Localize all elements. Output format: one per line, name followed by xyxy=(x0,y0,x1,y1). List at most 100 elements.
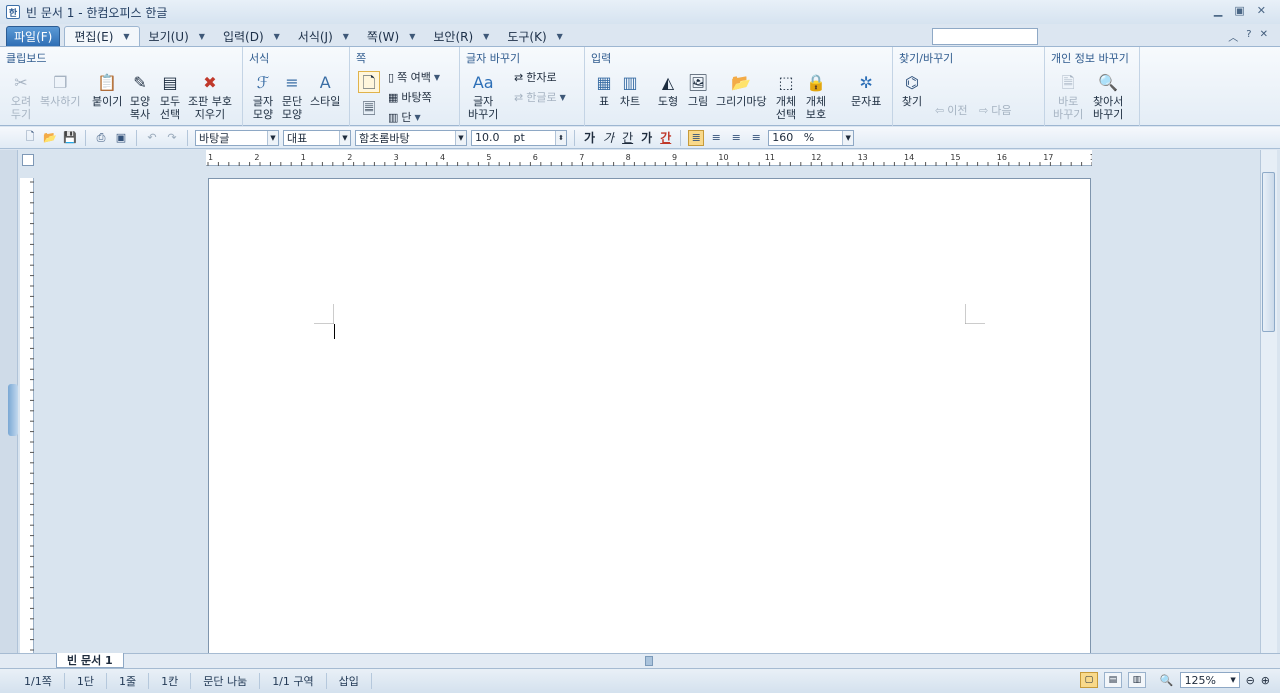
ruler-label: 17 xyxy=(1043,153,1053,162)
find-next-button[interactable]: ⇨ 다음 xyxy=(979,102,1011,118)
shape-button[interactable]: ◭ 도형 xyxy=(657,71,679,108)
vertical-scroll-thumb[interactable] xyxy=(1262,172,1275,332)
chevron-down-icon[interactable]: ▼ xyxy=(123,32,129,41)
ribbon-collapse-icon[interactable]: ︿ xyxy=(1228,29,1238,44)
ruler-label: 6 xyxy=(533,153,538,162)
font-select[interactable]: 함초롬바탕 ▼ xyxy=(355,129,467,146)
ruler-label: 8 xyxy=(626,153,631,162)
object-protect-button[interactable]: 🔒 개체 보호 xyxy=(805,71,827,121)
italic-button[interactable]: 가 xyxy=(601,129,616,146)
cut-button[interactable]: ✂ 오려 두기 xyxy=(10,71,32,121)
menu-tab-edit[interactable]: 편집(E) ▼ xyxy=(64,26,140,46)
help-icon[interactable]: ? xyxy=(1246,29,1251,44)
menu-tab-security[interactable]: 보안(R) ▼ xyxy=(424,26,498,46)
copy-icon: ❐ xyxy=(53,72,68,92)
document-tab[interactable]: 빈 문서 1 xyxy=(56,653,124,668)
to-hangul-button[interactable]: ⇄ 한글로 ▼ xyxy=(514,89,566,105)
underline-button[interactable]: 간 xyxy=(620,129,635,146)
format-copy-button[interactable]: ✎ 모양 복사 xyxy=(129,71,151,121)
privacy-find-change-button[interactable]: 🔍 찾아서 바꾸기 xyxy=(1093,71,1123,121)
align-right-icon[interactable]: ≡ xyxy=(748,130,764,146)
redo-icon[interactable]: ↷ xyxy=(164,130,180,146)
open-icon[interactable]: 📂 xyxy=(42,130,58,146)
align-left-icon[interactable]: ≡ xyxy=(708,130,724,146)
align-center-icon[interactable]: ≡ xyxy=(728,130,744,146)
lang-select[interactable]: 대표 ▼ xyxy=(283,129,351,146)
web-view-icon[interactable]: ▤ xyxy=(1103,672,1122,688)
shape-icon: ◭ xyxy=(661,72,675,92)
copy-button[interactable]: ❐ 복사하기 xyxy=(40,71,80,108)
style-select[interactable]: 바탕글 ▼ xyxy=(195,129,279,146)
drawing-wizard-button[interactable]: 📂 그리기마당 xyxy=(716,71,767,108)
preview-icon[interactable]: ▣ xyxy=(113,130,129,146)
chart-button[interactable]: ▥ 차트 xyxy=(619,71,641,108)
char-replace-button[interactable]: Aa 글자 바꾸기 xyxy=(468,71,498,121)
align-justify-icon[interactable]: ≣ xyxy=(688,129,705,146)
group-clipboard: 클립보드 ✂ 오려 두기 ❐ 복사하기 📋 붙이기 ✎ 모양 복사 ▤ 모두 선택 ✖ 조판… xyxy=(0,47,243,126)
label: 바탕쪽 xyxy=(401,91,432,104)
table-icon: ▦ xyxy=(596,72,612,92)
menu-file[interactable]: 파일(F) xyxy=(6,26,61,46)
undo-icon[interactable]: ↶ xyxy=(144,130,160,146)
privacy-find-icon: 🔍 xyxy=(1098,72,1119,92)
minimize-icon[interactable]: ▁ xyxy=(1214,4,1222,17)
table-button[interactable]: ▦ 표 xyxy=(593,71,615,108)
menu-tab-format[interactable]: 서식(J) ▼ xyxy=(289,26,358,46)
columns-button[interactable]: ▥ 단 ▼ xyxy=(388,109,421,125)
hwp-window: 한 빈 문서 1 - 한컴오피스 한글 ▁ ▣ ✕ 파일(F) 편집(E) ▼ 보… xyxy=(0,0,1280,693)
menu-tab-page[interactable]: 쪽(W) ▼ xyxy=(358,26,424,46)
char-shape-button[interactable]: ℱ 글자 모양 xyxy=(252,71,274,121)
page-layout-icon: 🗏 xyxy=(362,98,376,118)
picture-button[interactable]: 🖼 그림 xyxy=(687,71,709,108)
close-icon[interactable]: ✕ xyxy=(1257,4,1266,17)
font-size-input[interactable]: 10.0 pt ⬍ xyxy=(471,129,567,146)
chart-icon: ▥ xyxy=(622,72,638,92)
menu-tab-view[interactable]: 보기(U) ▼ xyxy=(140,26,214,46)
panel-toggle-handle[interactable] xyxy=(8,384,18,436)
page-margin-button[interactable]: ▯ 쪽 여백 ▼ xyxy=(388,69,440,85)
zoom-in-icon[interactable]: ⊕ xyxy=(1261,674,1270,687)
para-shape-button[interactable]: ≡ 문단 모양 xyxy=(281,71,303,121)
find-button[interactable]: ⌬ 찾기 xyxy=(901,71,923,108)
close-doc-icon[interactable]: ✕ xyxy=(1260,29,1268,44)
status-mode[interactable]: 삽입 xyxy=(327,673,372,689)
menu-bar: 파일(F) 편집(E) ▼ 보기(U) ▼ 입력(D) ▼ 서식(J) ▼ 쪽(W) ▼ … xyxy=(0,24,1280,46)
background-page-button[interactable]: ▦ 바탕쪽 xyxy=(388,89,432,105)
char-map-button[interactable]: ✲ 문자표 xyxy=(851,71,881,108)
ruler-corner[interactable] xyxy=(22,154,34,166)
clear-codes-button[interactable]: ✖ 조판 부호 지우기 xyxy=(188,71,232,121)
menu-tab-tools[interactable]: 도구(K) ▼ xyxy=(498,26,571,46)
bold-button[interactable]: 가 xyxy=(582,129,597,146)
select-all-button[interactable]: ▤ 모두 선택 xyxy=(159,71,181,121)
percent-unit: % xyxy=(803,131,815,144)
style-button[interactable]: A 스타일 xyxy=(310,71,340,108)
paste-button[interactable]: 📋 붙이기 xyxy=(92,71,122,108)
font-color-button[interactable]: 간 xyxy=(658,129,673,146)
document-page[interactable] xyxy=(208,178,1091,654)
ruler-label: 2 xyxy=(254,153,259,162)
ruler-label: 16 xyxy=(997,153,1007,162)
print-icon[interactable]: ⎙ xyxy=(93,130,109,146)
privacy-change-button[interactable]: 🗎 바로 바꾸기 xyxy=(1053,71,1083,121)
new-doc-icon[interactable]: 🗋 xyxy=(22,130,38,146)
page-layout-button[interactable]: 🗏 xyxy=(358,97,380,121)
zoom-select[interactable]: 125% ▼ xyxy=(1179,672,1240,688)
zoom-out-icon[interactable]: ⊖ xyxy=(1246,674,1255,687)
group-title: 글자 바꾸기 xyxy=(466,52,521,65)
page-setup-button[interactable]: 🗋 xyxy=(358,71,380,95)
object-select-button[interactable]: ⬚ 개체 선택 xyxy=(775,71,797,121)
to-hanja-button[interactable]: ⇄ 한자로 xyxy=(514,69,557,85)
zoom-icon[interactable]: 🔍 xyxy=(1160,674,1174,687)
lang-value: 대표 xyxy=(287,131,308,145)
page-view-icon[interactable]: ▢ xyxy=(1079,672,1098,688)
find-prev-button[interactable]: ⇦ 이전 xyxy=(935,102,967,118)
restore-icon[interactable]: ▣ xyxy=(1234,4,1244,17)
menu-tab-insert[interactable]: 입력(D) ▼ xyxy=(214,26,289,46)
save-icon[interactable]: 💾 xyxy=(62,130,78,146)
arrow-right-icon: ⇨ xyxy=(979,103,989,117)
line-spacing-input[interactable]: 160 % ▼ xyxy=(768,129,855,146)
draft-view-icon[interactable]: ▥ xyxy=(1127,672,1146,688)
find-input[interactable] xyxy=(932,28,1038,45)
horizontal-scroll-thumb[interactable] xyxy=(645,656,653,666)
strike-button[interactable]: 가 xyxy=(639,129,654,146)
